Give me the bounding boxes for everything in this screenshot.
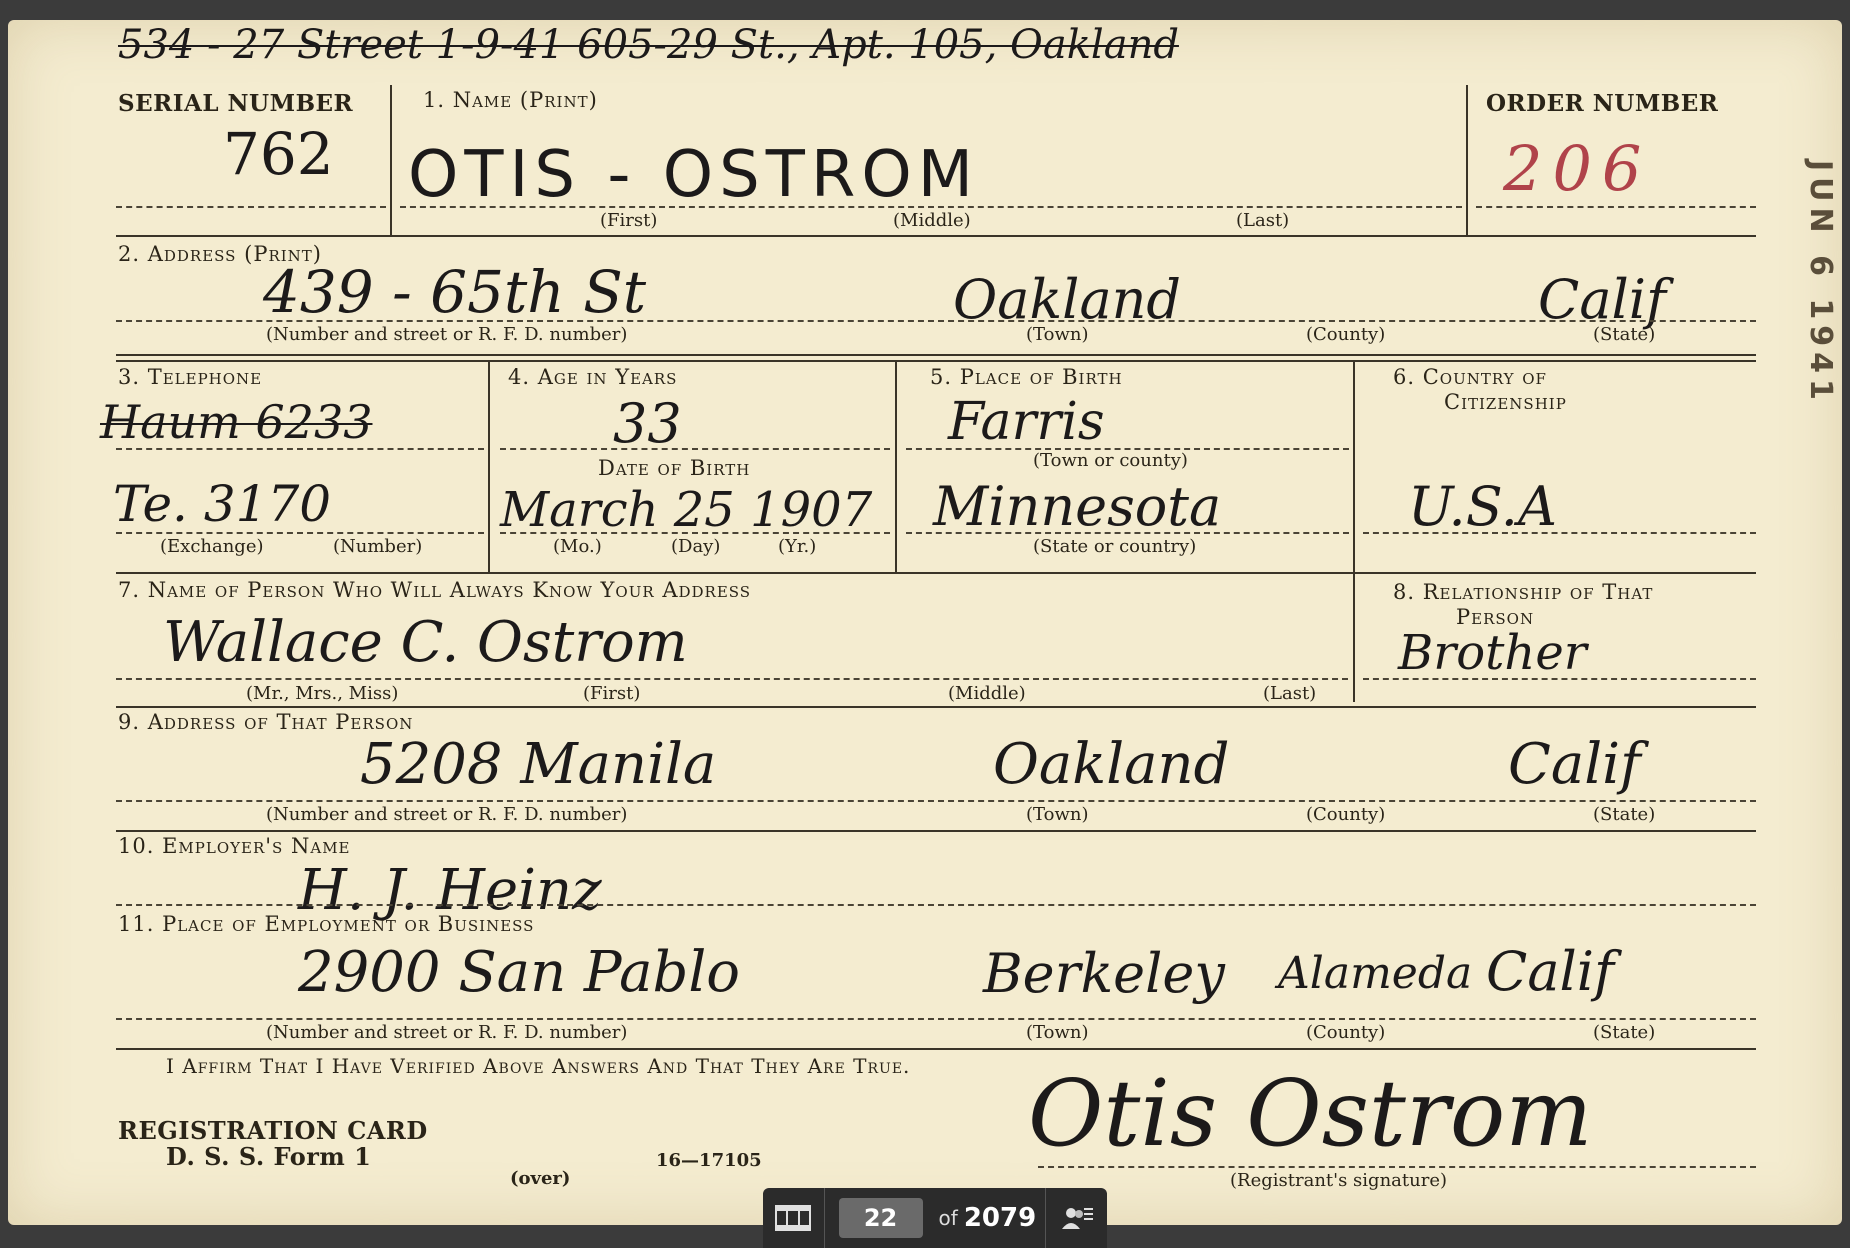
- birthplace-town-sub: (Town or county): [1033, 450, 1188, 471]
- relationship-value: Brother: [1398, 625, 1587, 681]
- people-button[interactable]: [1046, 1188, 1107, 1248]
- address-county-sub: (County): [1306, 324, 1386, 345]
- citizenship-label-2: Citizenship: [1444, 390, 1567, 414]
- contact-address-town: Oakland: [993, 732, 1230, 797]
- birthplace-state-sub: (State or country): [1033, 536, 1197, 557]
- name-last-sub: (Last): [1236, 210, 1290, 231]
- date-stamp: JUN 6 1941: [1803, 160, 1838, 406]
- form-code: 16—17105: [656, 1150, 762, 1171]
- registrant-signature: Otis Ostrom: [1028, 1060, 1593, 1167]
- citizenship-label-1: 6. Country of: [1393, 365, 1547, 389]
- contact-title-sub: (Mr., Mrs., Miss): [246, 683, 399, 704]
- age-value: 33: [613, 392, 682, 455]
- citizenship-value: U.S.A: [1408, 475, 1557, 538]
- telephone-exchange-sub: (Exchange): [160, 536, 264, 557]
- age-label: 4. Age in Years: [508, 365, 678, 389]
- birthplace-label: 5. Place of Birth: [930, 365, 1123, 389]
- viewer-controls: 22 of 2079: [763, 1188, 1107, 1248]
- telephone-label: 3. Telephone: [118, 365, 263, 389]
- employment-street-sub: (Number and street or R. F. D. number): [266, 1022, 628, 1043]
- contact-middle-sub: (Middle): [948, 683, 1026, 704]
- employment-state-sub: (State): [1593, 1022, 1656, 1043]
- contact-address-county-sub: (County): [1306, 804, 1386, 825]
- contact-last-sub: (Last): [1263, 683, 1317, 704]
- form-title: REGISTRATION CARD: [118, 1116, 428, 1145]
- page-number-input[interactable]: 22: [838, 1198, 923, 1238]
- employment-label: 11. Place of Employment or Business: [118, 912, 535, 936]
- address-street: 439 - 65th St: [263, 258, 647, 326]
- order-number-value: 206: [1503, 132, 1652, 205]
- contact-address-state: Calif: [1508, 732, 1641, 797]
- birthplace-state: Minnesota: [933, 475, 1222, 538]
- employment-county: Alameda: [1278, 948, 1473, 999]
- document-viewer: 534 - 27 Street 1-9-41 605-29 St., Apt. …: [0, 0, 1850, 1248]
- top-address-note: 534 - 27 Street 1-9-41 605-29 St., Apt. …: [118, 22, 1179, 68]
- contact-first-sub: (First): [583, 683, 641, 704]
- dob-month-sub: (Mo.): [553, 536, 602, 557]
- name-first-sub: (First): [600, 210, 658, 231]
- registration-card: 534 - 27 Street 1-9-41 605-29 St., Apt. …: [8, 20, 1842, 1225]
- birthplace-town: Farris: [948, 392, 1105, 452]
- employment-county-sub: (County): [1306, 1022, 1386, 1043]
- dob-year-sub: (Yr.): [778, 536, 817, 557]
- contact-address-state-sub: (State): [1593, 804, 1656, 825]
- employment-town-sub: (Town): [1026, 1022, 1089, 1043]
- name-middle-sub: (Middle): [893, 210, 971, 231]
- contact-address-street-sub: (Number and street or R. F. D. number): [266, 804, 628, 825]
- people-list-icon: [1061, 1208, 1093, 1229]
- page-of-label: of: [938, 1206, 958, 1230]
- order-number-label: ORDER NUMBER: [1486, 90, 1719, 117]
- filmstrip-button[interactable]: [763, 1188, 825, 1248]
- name-label: 1. Name (Print): [423, 88, 598, 112]
- contact-address-label: 9. Address of That Person: [118, 710, 414, 734]
- employment-town: Berkeley: [983, 942, 1225, 1005]
- employment-street: 2900 San Pablo: [298, 940, 740, 1005]
- employment-state: Calif: [1486, 940, 1615, 1003]
- form-subtitle: D. S. S. Form 1: [166, 1142, 372, 1171]
- dob-day-sub: (Day): [671, 536, 721, 557]
- contact-address-street: 5208 Manila: [360, 732, 717, 797]
- name-value: OTIS - OSTROM: [408, 138, 979, 212]
- dob-label: Date of Birth: [598, 456, 751, 480]
- telephone-number-sub: (Number): [333, 536, 423, 557]
- address-street-sub: (Number and street or R. F. D. number): [266, 324, 628, 345]
- contact-label: 7. Name of Person Who Will Always Know Y…: [118, 578, 752, 602]
- filmstrip-icon: [775, 1205, 812, 1231]
- contact-value: Wallace C. Ostrom: [163, 610, 688, 675]
- serial-number-value: 762: [223, 120, 334, 188]
- address-state-sub: (State): [1593, 324, 1656, 345]
- serial-number-label: SERIAL NUMBER: [118, 90, 354, 117]
- relationship-label-1: 8. Relationship of That: [1393, 580, 1654, 604]
- over-note: (over): [510, 1168, 571, 1189]
- page-total: 2079: [963, 1203, 1037, 1233]
- signature-sub: (Registrant's signature): [1230, 1170, 1447, 1191]
- affirmation-text: I Affirm That I Have Verified Above Answ…: [166, 1054, 911, 1078]
- telephone-value: Te. 3170: [113, 475, 332, 533]
- dob-value: March 25 1907: [500, 482, 873, 538]
- contact-address-town-sub: (Town): [1026, 804, 1089, 825]
- employer-label: 10. Employer's Name: [118, 834, 351, 858]
- telephone-old: Haum 6233: [100, 395, 373, 449]
- address-town-sub: (Town): [1026, 324, 1089, 345]
